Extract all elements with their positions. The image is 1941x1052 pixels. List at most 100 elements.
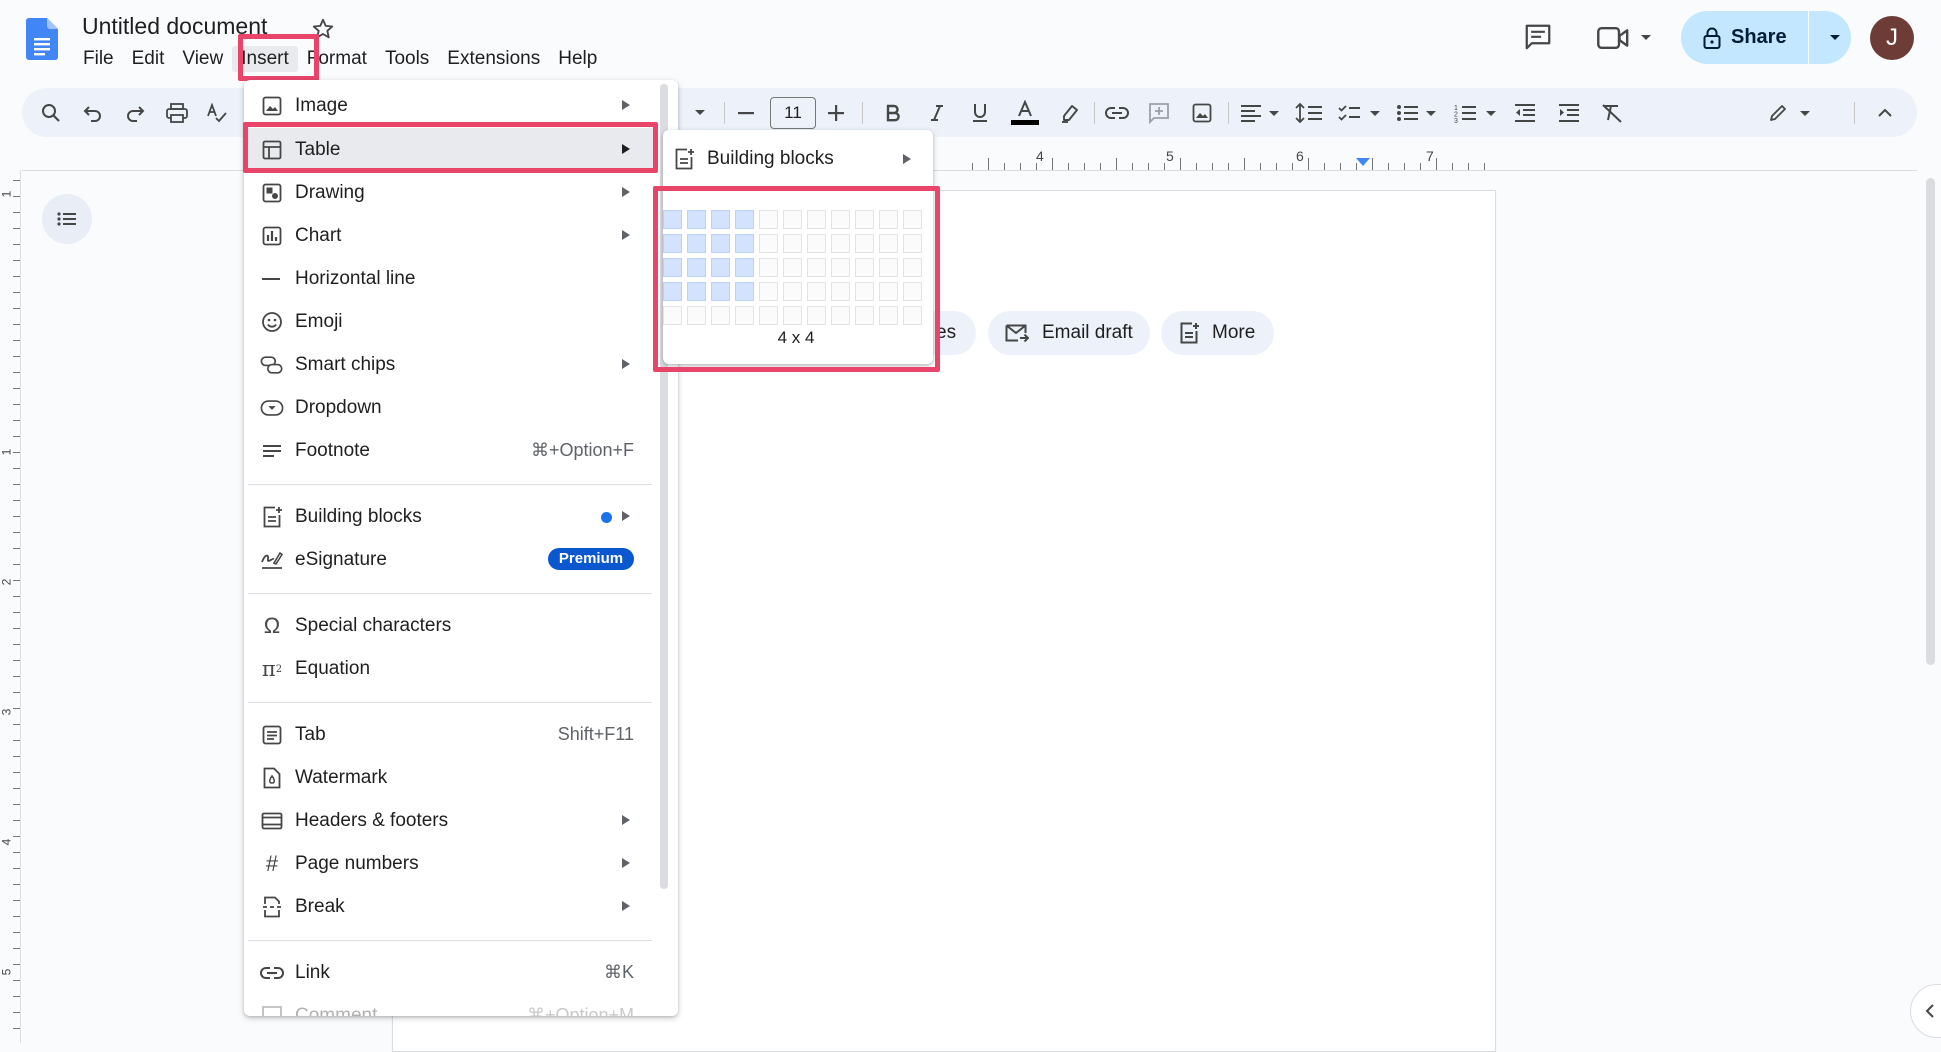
document-outline-button[interactable] (42, 194, 92, 244)
menu-item-drawing[interactable]: Drawing (244, 171, 654, 214)
submenu-arrow-icon (903, 154, 911, 164)
submenu-arrow-icon (622, 187, 630, 197)
ruler-tick (1100, 163, 1101, 170)
menu-item-emoji[interactable]: Emoji (244, 300, 654, 343)
menu-item-building-blocks[interactable]: Building blocks (244, 495, 654, 538)
hide-menus-icon[interactable] (1870, 88, 1900, 137)
ruler-tick (13, 596, 20, 597)
menu-item-comment[interactable]: Comment ⌘+Option+M (244, 994, 654, 1016)
comment-history-icon[interactable] (1522, 22, 1554, 52)
redo-icon[interactable] (120, 88, 150, 137)
share-main-button[interactable]: Share (1681, 11, 1808, 64)
avatar[interactable]: J (1870, 16, 1914, 60)
menu-extensions[interactable]: Extensions (438, 46, 549, 72)
ruler-tick (1036, 163, 1037, 170)
menu-item-chart[interactable]: Chart (244, 214, 654, 257)
ruler-tick (13, 516, 20, 517)
more-templates-icon (1178, 322, 1200, 344)
toolbar-divider (1094, 102, 1095, 124)
menu-item-break[interactable]: Break (244, 885, 654, 928)
menu-item-dropdown[interactable]: Dropdown (244, 386, 654, 429)
menu-item-label: Image (295, 94, 348, 116)
submenu-arrow-icon (622, 100, 630, 110)
menu-item-page-numbers[interactable]: # Page numbers (244, 842, 654, 885)
more-chip[interactable]: More (1161, 311, 1274, 355)
ruler-tick (1212, 163, 1213, 170)
menu-item-watermark[interactable]: Watermark (244, 756, 654, 799)
meet-caret-icon[interactable] (1640, 34, 1652, 42)
highlight-color-icon[interactable] (1057, 88, 1083, 137)
ruler-tick (13, 996, 20, 997)
menu-item-shortcut: ⌘K (603, 962, 634, 982)
menu-item-tab[interactable]: Tab Shift+F11 (244, 713, 654, 756)
menu-item-equation[interactable]: π2 Equation (244, 647, 654, 690)
ruler-tick (1420, 163, 1421, 170)
share-dropdown-icon[interactable] (1829, 34, 1841, 42)
ruler-tick (13, 724, 20, 725)
vertical-ruler[interactable]: 1 1 2 3 4 5 (0, 170, 22, 1043)
checklist-icon[interactable] (1336, 88, 1384, 137)
ruler-label: 5 (1166, 148, 1174, 164)
menu-help[interactable]: Help (549, 46, 606, 72)
menu-edit[interactable]: Edit (123, 46, 174, 72)
ruler-label: 3 (0, 708, 14, 716)
ruler-tick (1132, 163, 1133, 170)
meet-icon[interactable] (1596, 26, 1630, 50)
search-menus-icon[interactable] (36, 88, 66, 137)
ruler-tick (988, 158, 989, 170)
decrease-indent-icon[interactable] (1510, 88, 1540, 137)
clear-formatting-icon[interactable] (1597, 88, 1627, 137)
bulleted-list-icon[interactable] (1394, 88, 1440, 137)
ruler-tick (1308, 158, 1309, 170)
menu-item-label: Emoji (295, 310, 343, 332)
menu-item-special-characters[interactable]: Ω Special characters (244, 604, 654, 647)
ruler-label: 4 (1036, 148, 1044, 164)
side-panel-toggle[interactable] (1910, 984, 1941, 1038)
toolbar-divider (1228, 102, 1229, 124)
print-icon[interactable] (162, 88, 192, 137)
insert-link-icon[interactable] (1102, 88, 1132, 137)
increase-indent-icon[interactable] (1554, 88, 1584, 137)
menu-item-footnote[interactable]: Footnote ⌘+Option+F (244, 429, 654, 472)
ruler-tick (1292, 163, 1293, 170)
menu-view[interactable]: View (173, 46, 232, 72)
docs-logo-icon[interactable] (26, 18, 58, 60)
text-color-icon[interactable] (1009, 88, 1041, 137)
add-comment-icon[interactable] (1144, 88, 1174, 137)
editing-mode-icon[interactable] (1764, 88, 1816, 137)
spellcheck-icon[interactable] (204, 88, 230, 137)
menu-item-horizontal-line[interactable]: Horizontal line (244, 257, 654, 300)
headers-footers-icon (260, 809, 284, 833)
insert-image-icon[interactable] (1187, 88, 1217, 137)
table-grid-highlight (653, 186, 940, 372)
submenu-item-building-blocks[interactable]: Building blocks (663, 138, 933, 180)
ruler-tick (13, 196, 20, 197)
menu-file[interactable]: File (74, 46, 123, 72)
share-button[interactable]: Share (1681, 11, 1851, 64)
line-spacing-icon[interactable] (1292, 88, 1326, 137)
menu-item-headers-footers[interactable]: Headers & footers (244, 799, 654, 842)
ruler-tick (13, 212, 20, 213)
insert-menu: Image Table Drawing Chart Horizontal lin… (244, 80, 678, 1016)
ruler-tick (13, 916, 20, 917)
menu-item-image[interactable]: Image (244, 84, 654, 127)
menu-item-link[interactable]: Link ⌘K (244, 951, 654, 994)
align-icon[interactable] (1238, 88, 1282, 137)
numbered-list-icon[interactable]: 123 (1452, 88, 1500, 137)
undo-icon[interactable] (78, 88, 108, 137)
premium-badge: Premium (548, 548, 634, 570)
menu-item-label: Headers & footers (295, 809, 449, 831)
font-size-input[interactable]: 11 (770, 97, 816, 129)
ruler-tick (13, 260, 20, 261)
underline-icon[interactable] (967, 88, 993, 137)
menu-separator (248, 593, 652, 594)
ruler-tick (13, 1028, 20, 1029)
ruler-tick (1164, 163, 1165, 170)
page-scrollbar[interactable] (1926, 178, 1935, 665)
menu-item-smart-chips[interactable]: Smart chips (244, 343, 654, 386)
ruler-tick (13, 756, 20, 757)
ruler-tick (13, 964, 20, 965)
menu-tools[interactable]: Tools (376, 46, 438, 72)
menu-item-esignature[interactable]: eSignature Premium (244, 538, 654, 581)
email-draft-chip[interactable]: Email draft (988, 311, 1150, 355)
